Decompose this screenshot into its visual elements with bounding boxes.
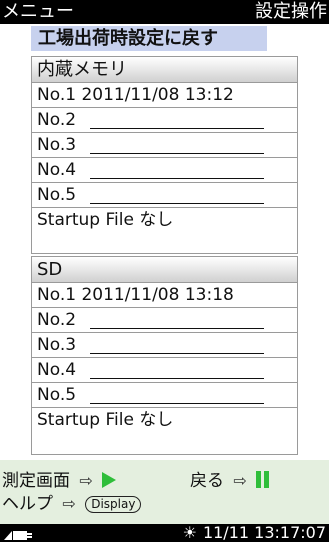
empty-slot-line [90,378,264,379]
internal-slot-5[interactable]: No.5 [32,183,297,208]
internal-memory-header: 内蔵メモリ [32,57,297,83]
key-guide: 測定画面 ⇨ 戻る ⇨ ヘルプ ⇨ Display [0,460,329,524]
internal-slot-3[interactable]: No.3 [32,133,297,158]
help-label: ヘルプ [2,494,53,514]
slot-label: No.1 2011/11/08 13:18 [37,285,234,305]
sd-header: SD [32,257,297,283]
menu-title[interactable]: メニュー [2,0,74,24]
back-hint[interactable]: 戻る ⇨ [190,466,272,493]
startup-file-label: Startup File なし [37,410,174,430]
sd-slot-4[interactable]: No.4 [32,358,297,383]
empty-slot-line [90,178,264,179]
signal-plug-icon [4,527,34,545]
sun-icon: ☀ [182,523,197,542]
internal-memory-group: 内蔵メモリ No.1 2011/11/08 13:12 No.2 No.3 No… [31,56,298,254]
play-icon [102,472,117,488]
empty-slot-line [90,128,264,129]
clock-readout: 11/11 13:17:07 [202,523,326,542]
empty-slot-line [90,153,264,154]
help-hint[interactable]: ヘルプ ⇨ Display [2,489,142,514]
arrow-right-icon: ⇨ [62,494,76,513]
back-label: 戻る [190,471,224,491]
slot-label: No.3 [37,135,77,155]
slot-label: No.1 2011/11/08 13:12 [37,85,234,105]
internal-slot-1[interactable]: No.1 2011/11/08 13:12 [32,83,297,108]
pause-icon [256,471,272,493]
measure-screen-label: 測定画面 [2,471,70,491]
sd-group: SD No.1 2011/11/08 13:18 No.2 No.3 No.4 … [31,256,298,455]
display-key-icon: Display [85,496,142,513]
settings-operation-title: 設定操作 [255,1,327,22]
sd-slot-5[interactable]: No.5 [32,383,297,408]
sd-startup-file[interactable]: Startup File なし [32,408,297,432]
slot-label: No.4 [37,360,77,380]
internal-slot-4[interactable]: No.4 [32,158,297,183]
empty-slot-line [90,203,264,204]
slot-label: No.3 [37,335,77,355]
status-right: ☀ 11/11 13:17:07 [183,524,326,542]
empty-slot-line [90,328,264,329]
internal-startup-file[interactable]: Startup File なし [32,208,297,232]
measure-screen-hint[interactable]: 測定画面 ⇨ [2,466,117,491]
internal-slot-2[interactable]: No.2 [32,108,297,133]
arrow-right-icon: ⇨ [233,471,247,490]
empty-slot-line [90,403,264,404]
empty-slot-line [90,353,264,354]
factory-reset-button[interactable]: 工場出荷時設定に戻す [31,26,267,51]
slot-label: No.2 [37,110,77,130]
title-bar: メニュー 設定操作 [0,0,329,24]
slot-label: No.5 [37,385,77,405]
slot-label: No.2 [37,310,77,330]
slot-label: No.5 [37,185,77,205]
startup-file-label: Startup File なし [37,210,174,230]
slot-label: No.4 [37,160,77,180]
arrow-right-icon: ⇨ [79,471,93,490]
status-bar: ☀ 11/11 13:17:07 [0,524,329,542]
sd-slot-3[interactable]: No.3 [32,333,297,358]
sd-slot-1[interactable]: No.1 2011/11/08 13:18 [32,283,297,308]
sd-slot-2[interactable]: No.2 [32,308,297,333]
